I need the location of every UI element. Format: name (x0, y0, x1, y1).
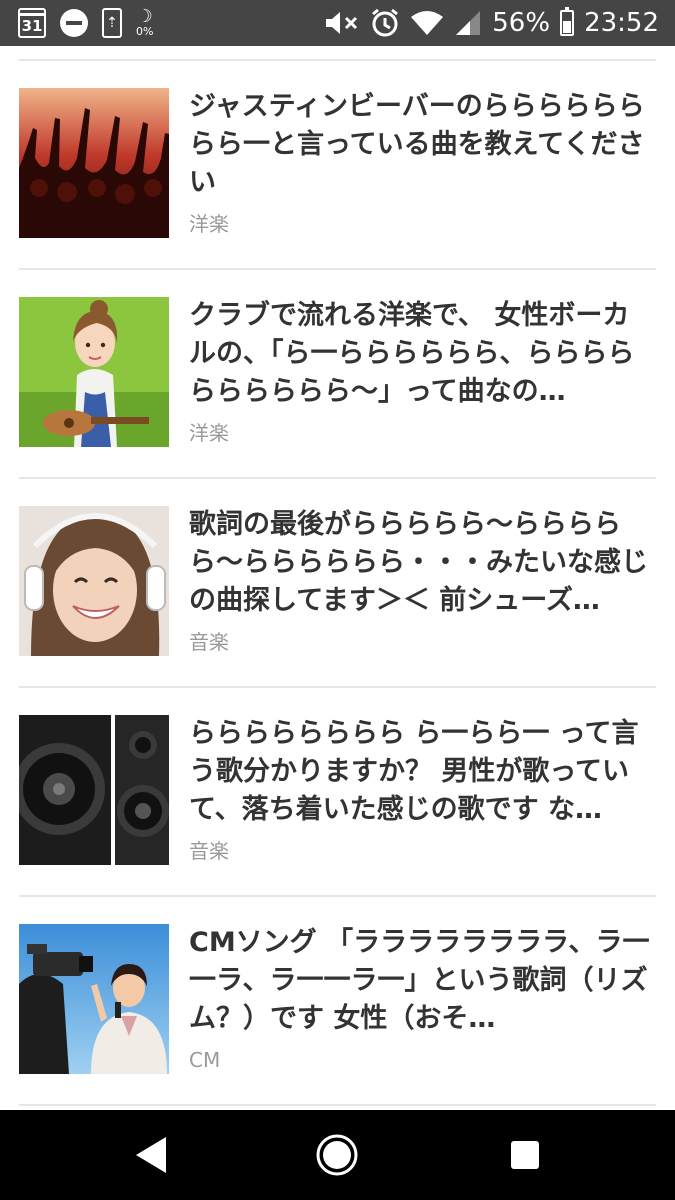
battery-saver-percent: 0% (136, 25, 154, 38)
home-button[interactable] (315, 1133, 359, 1177)
item-title[interactable]: ジャスティンビーバーのらららららららら一と言っている曲を教えてください (189, 88, 655, 202)
item-category: CM (189, 1048, 221, 1072)
calendar-icon: 31 (18, 8, 46, 38)
calendar-day: 31 (21, 17, 43, 35)
battery-saver-icon: ☽ 0% (136, 6, 154, 38)
thumbnail-woman-with-headphones (19, 506, 169, 656)
clock: 23:52 (584, 8, 659, 38)
do-not-disturb-icon (60, 9, 88, 37)
list-item[interactable]: クラブで流れる洋楽で、 女性ボーカルの、「ら一らららららら、らららららららららら… (0, 255, 675, 463)
item-category: 洋楽 (189, 421, 229, 445)
thumbnail-speakers (19, 715, 169, 865)
list-item[interactable]: ジャスティンビーバーのらららららららら一と言っている曲を教えてください 洋楽 (0, 46, 675, 254)
thumbnail-woman-with-ukulele (19, 297, 169, 447)
wifi-icon (411, 11, 444, 35)
item-title[interactable]: CMソング 「ララララララララ、ラ一一ラ、ラ一一ラ一」という歌詞（リズム？）です… (189, 924, 655, 1038)
home-icon (316, 1134, 358, 1176)
list-item[interactable]: 歌詞の最後がららららら〜ららららら〜らららららら・・・みたいな感じの曲探してます… (0, 464, 675, 672)
thumbnail-concert-crowd (19, 88, 169, 238)
list-item[interactable]: らららららららら ら一らら一 って言う歌分かりますか？ 男性が歌っていて、落ち着… (0, 673, 675, 881)
item-title[interactable]: らららららららら ら一らら一 って言う歌分かりますか？ 男性が歌っていて、落ち着… (189, 715, 655, 829)
battery-fill (563, 20, 572, 33)
recents-icon (511, 1141, 539, 1169)
thumbnail-camera-and-speaker (19, 924, 169, 1074)
status-bar: 31 ⇡ ☽ 0% 56% 23:52 (0, 0, 675, 46)
item-category: 音楽 (189, 839, 229, 863)
item-category: 音楽 (189, 630, 229, 654)
cell-signal-icon (456, 11, 481, 35)
item-category: 洋楽 (189, 212, 229, 236)
battery-percent: 56% (492, 8, 551, 38)
item-title[interactable]: 歌詞の最後がららららら〜ららららら〜らららららら・・・みたいな感じの曲探してます… (189, 506, 655, 620)
list-item[interactable]: CMソング 「ララララララララ、ラ一一ラ、ラ一一ラ一」という歌詞（リズム？）です… (0, 882, 675, 1090)
battery-icon (560, 7, 575, 36)
back-button[interactable] (128, 1133, 172, 1177)
update-icon: ⇡ (102, 8, 122, 38)
alarm-icon (372, 8, 399, 37)
recents-button[interactable] (503, 1133, 547, 1177)
item-title[interactable]: クラブで流れる洋楽で、 女性ボーカルの、「ら一らららららら、らららららららららら… (189, 297, 655, 411)
divider (19, 1104, 656, 1106)
mute-icon (326, 12, 358, 34)
back-icon (136, 1137, 166, 1173)
navigation-bar (0, 1110, 675, 1200)
